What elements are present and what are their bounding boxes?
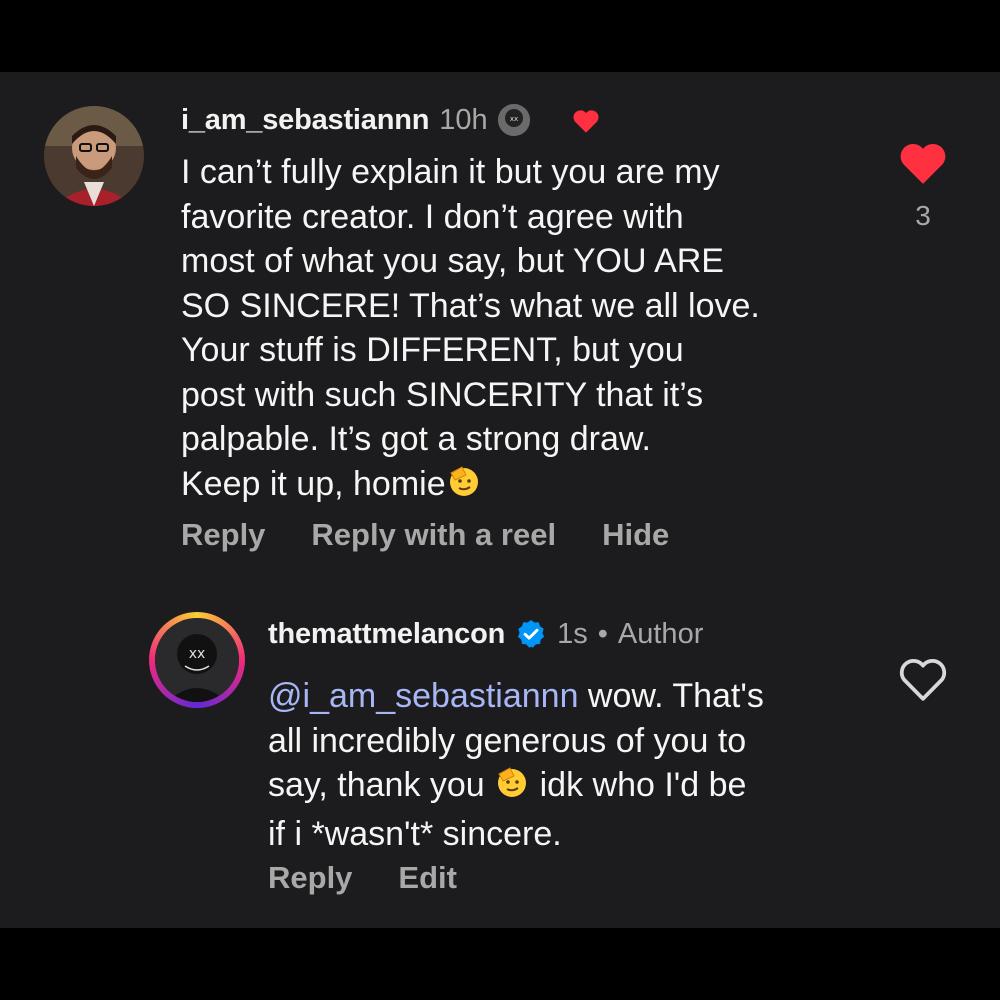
reply-line: if i *wasn't* sincere. — [268, 814, 562, 853]
mention-link[interactable]: @i_am_sebastiannn — [268, 677, 578, 715]
comment-line: most of what you say, but YOU ARE — [181, 242, 724, 280]
author-avatar-image: xx — [155, 618, 239, 702]
liked-by-author-avatar: xx — [497, 104, 530, 136]
like-count: 3 — [915, 200, 931, 231]
reply-time: 1s — [557, 617, 588, 650]
comment-line: favorite creator. I don’t agree with — [181, 197, 684, 236]
heart-outline-icon[interactable] — [898, 654, 948, 704]
comment-line-text: Keep it up, homie — [181, 464, 446, 503]
reply-button[interactable]: Reply — [268, 860, 352, 896]
saluting-face-icon — [446, 463, 482, 511]
author-username[interactable]: themattmelancon — [268, 618, 505, 651]
comment-line: palpable. It’s got a strong draw. — [181, 420, 652, 458]
comment-line: Your stuff is DIFFERENT, but you — [181, 331, 684, 369]
edit-button[interactable]: Edit — [398, 860, 457, 896]
heart-filled-icon[interactable] — [898, 138, 948, 188]
reply-line-text: idk who I'd be — [530, 766, 747, 804]
saluting-face-icon — [494, 764, 530, 812]
reply-text: @i_am_sebastiannn wow. That's all incred… — [268, 674, 868, 856]
reply-line-text: say, thank you — [268, 766, 495, 804]
comment-line: SO SINCERE! That’s what we all love. — [181, 286, 760, 325]
hide-button[interactable]: Hide — [602, 517, 669, 553]
author-avatar[interactable]: xx — [149, 612, 245, 708]
comment-header: i_am_sebastiannn 10h xx — [181, 100, 530, 140]
verified-badge-icon — [518, 620, 545, 648]
reply-actions: Reply Edit — [268, 860, 457, 896]
reply-line: say, thank you idk who I'd be — [268, 763, 868, 812]
author-liked-heart-icon — [573, 110, 599, 133]
comment-text: I can’t fully explain it but you are my … — [181, 150, 881, 510]
comment-actions: Reply Reply with a reel Hide — [181, 517, 669, 553]
author-label: Author — [617, 617, 704, 650]
comment-line: post with such SINCERITY that it’s — [181, 375, 704, 414]
svg-text:xx: xx — [189, 646, 206, 662]
reply-line: all incredibly generous of you to — [268, 721, 747, 760]
svg-text:xx: xx — [509, 115, 517, 123]
meta-separator: • — [597, 617, 608, 650]
reply-button[interactable]: Reply — [181, 517, 265, 553]
reply-header: themattmelancon 1s • Author — [268, 614, 703, 654]
reply-with-reel-button[interactable]: Reply with a reel — [311, 517, 556, 553]
comment-line: I can’t fully explain it but you are my — [181, 153, 720, 191]
commenter-avatar[interactable] — [44, 106, 144, 206]
reply-line: @i_am_sebastiannn wow. That's — [268, 674, 868, 719]
commenter-username[interactable]: i_am_sebastiannn — [181, 104, 429, 137]
reply-line-text: wow. That's — [578, 677, 764, 715]
comment-line: Keep it up, homie — [181, 462, 881, 511]
comment-time: 10h — [439, 103, 488, 136]
